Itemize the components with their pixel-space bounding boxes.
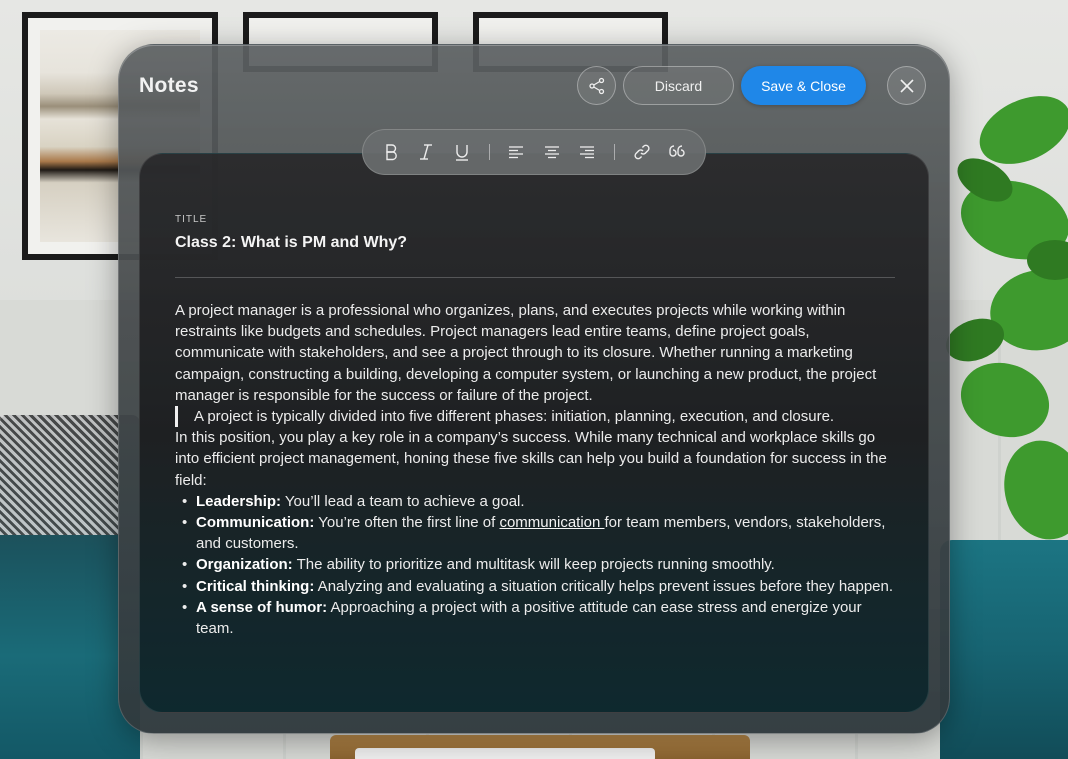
skill-term: Critical thinking: — [196, 577, 315, 595]
underline-button[interactable] — [444, 136, 480, 168]
paragraph: In this position, you play a key role in… — [175, 429, 887, 489]
link-button[interactable] — [624, 136, 660, 168]
skill-text: You’re often the first line of — [314, 514, 500, 532]
title-label: TITLE — [175, 214, 208, 225]
skill-text: The ability to prioritize and multitask … — [292, 556, 775, 574]
paragraph: A project manager is a professional who … — [175, 302, 877, 404]
list-item: Organization: The ability to prioritize … — [175, 554, 895, 575]
toolbar-separator — [488, 144, 490, 160]
toolbar-separator — [613, 144, 615, 160]
align-center-icon — [544, 146, 559, 159]
close-icon — [899, 78, 914, 93]
align-center-button[interactable] — [534, 136, 570, 168]
bold-button[interactable] — [373, 136, 409, 168]
list-item: Critical thinking: Analyzing and evaluat… — [175, 576, 895, 597]
plant — [945, 96, 1068, 540]
divider — [175, 277, 895, 278]
window-title: Notes — [139, 74, 199, 97]
skill-text: Analyzing and evaluating a situation cri… — [314, 577, 894, 595]
list-item: Leadership: You’ll lead a team to achiev… — [175, 491, 895, 512]
align-right-icon — [580, 146, 595, 159]
skills-list: Leadership: You’ll lead a team to achiev… — [175, 491, 895, 639]
italic-button[interactable] — [409, 136, 445, 168]
save-close-button[interactable]: Save & Close — [741, 66, 866, 105]
discard-button[interactable]: Discard — [623, 66, 734, 105]
list-item: Communication: You’re often the first li… — [175, 512, 895, 554]
note-editor: TITLE Class 2: What is PM and Why? A pro… — [139, 153, 929, 713]
skill-term: Communication: — [196, 514, 315, 532]
formatting-toolbar — [362, 129, 706, 175]
share-icon — [588, 77, 604, 94]
table-object — [355, 748, 655, 759]
blockquote: A project is typically divided into five… — [175, 406, 895, 428]
underline-icon — [455, 145, 468, 161]
close-button[interactable] — [887, 66, 926, 105]
communication-link[interactable]: communication — [499, 514, 604, 531]
quote-button[interactable] — [659, 136, 695, 168]
align-right-button[interactable] — [569, 136, 605, 168]
quote-icon — [669, 145, 685, 157]
list-item: A sense of humor: Approaching a project … — [175, 597, 895, 639]
align-left-button[interactable] — [498, 136, 534, 168]
share-button[interactable] — [577, 66, 616, 105]
italic-icon — [420, 144, 433, 160]
skill-term: Organization: — [196, 556, 293, 574]
skill-text: You’ll lead a team to achieve a goal. — [281, 492, 525, 510]
note-body[interactable]: A project manager is a professional who … — [175, 300, 895, 639]
bold-icon — [386, 144, 397, 161]
pillow — [0, 415, 120, 535]
notes-window: Notes Discard Save & Close TITLE Class 2… — [118, 44, 950, 734]
skill-term: A sense of humor: — [196, 598, 328, 616]
skill-term: Leadership: — [196, 492, 282, 510]
title-input[interactable]: Class 2: What is PM and Why? — [175, 234, 895, 252]
align-left-icon — [509, 146, 524, 159]
link-icon — [634, 144, 650, 160]
